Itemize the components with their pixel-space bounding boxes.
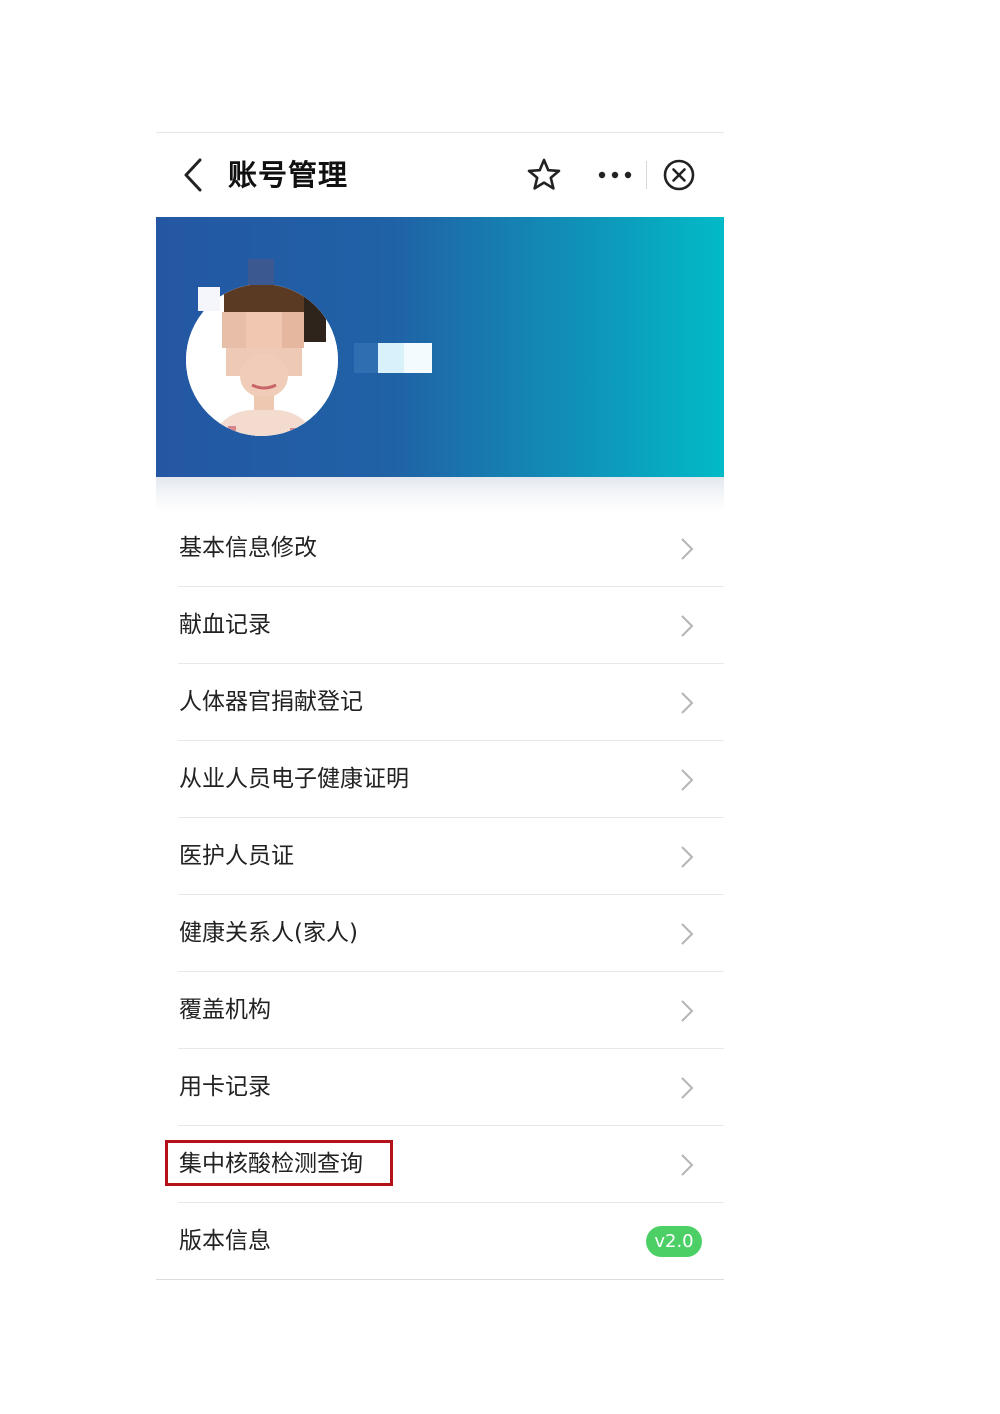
version-badge: v2.0 xyxy=(646,1226,702,1257)
app-screen: 账号管理 基本信息修改 献血记录 人体器官捐献登记 从业人员电子健康证明 医护人… xyxy=(156,132,724,1287)
divider xyxy=(156,1279,724,1280)
chevron-right-icon xyxy=(681,923,694,945)
chevron-right-icon xyxy=(681,615,694,637)
navbar-separator xyxy=(646,161,647,189)
menu-item-label: 集中核酸检测查询 xyxy=(179,1151,363,1177)
chevron-right-icon xyxy=(681,1000,694,1022)
back-button[interactable] xyxy=(176,155,212,195)
menu-item-organ-donation[interactable]: 人体器官捐献登记 xyxy=(156,664,724,741)
menu-item-family-contacts[interactable]: 健康关系人(家人) xyxy=(156,895,724,972)
user-name-mosaic xyxy=(354,343,434,373)
chevron-right-icon xyxy=(681,1154,694,1176)
chevron-right-icon xyxy=(681,846,694,868)
menu-item-label: 基本信息修改 xyxy=(179,535,317,561)
menu-item-blood-donation[interactable]: 献血记录 xyxy=(156,587,724,664)
star-outline-icon xyxy=(527,158,561,190)
menu-item-nucleic-acid-test[interactable]: 集中核酸检测查询 xyxy=(156,1126,724,1203)
menu-item-label: 从业人员电子健康证明 xyxy=(179,766,409,792)
menu-item-label: 医护人员证 xyxy=(179,843,294,869)
chevron-right-icon xyxy=(681,769,694,791)
menu-item-health-certificate[interactable]: 从业人员电子健康证明 xyxy=(156,741,724,818)
menu-item-label: 版本信息 xyxy=(179,1228,271,1254)
banner-shadow xyxy=(156,477,724,513)
close-circle-icon xyxy=(663,159,695,191)
mosaic-block xyxy=(198,287,220,311)
menu-item-label: 人体器官捐献登记 xyxy=(179,689,363,715)
settings-menu: 基本信息修改 献血记录 人体器官捐献登记 从业人员电子健康证明 医护人员证 健康… xyxy=(156,510,724,1280)
menu-item-label: 覆盖机构 xyxy=(179,997,271,1023)
favorite-button[interactable] xyxy=(526,157,562,193)
menu-item-label: 献血记录 xyxy=(179,612,271,638)
mosaic-block xyxy=(378,343,404,373)
page-title: 账号管理 xyxy=(228,158,349,192)
mosaic-block xyxy=(354,343,378,373)
profile-banner xyxy=(156,217,724,477)
menu-item-version-info[interactable]: 版本信息 v2.0 xyxy=(156,1203,724,1280)
more-button[interactable] xyxy=(594,157,638,193)
menu-item-card-usage[interactable]: 用卡记录 xyxy=(156,1049,724,1126)
close-button[interactable] xyxy=(661,157,697,193)
chevron-right-icon xyxy=(681,692,694,714)
chevron-right-icon xyxy=(681,538,694,560)
menu-item-basic-info[interactable]: 基本信息修改 xyxy=(156,510,724,587)
menu-item-label: 健康关系人(家人) xyxy=(179,920,358,946)
menu-item-label: 用卡记录 xyxy=(179,1074,271,1100)
navigation-bar: 账号管理 xyxy=(156,133,724,217)
mosaic-block xyxy=(248,259,274,285)
menu-item-medical-staff-id[interactable]: 医护人员证 xyxy=(156,818,724,895)
mosaic-block xyxy=(404,343,432,373)
chevron-right-icon xyxy=(681,1077,694,1099)
chevron-left-icon xyxy=(184,158,202,192)
menu-item-covered-institutions[interactable]: 覆盖机构 xyxy=(156,972,724,1049)
ellipsis-icon xyxy=(598,171,632,179)
